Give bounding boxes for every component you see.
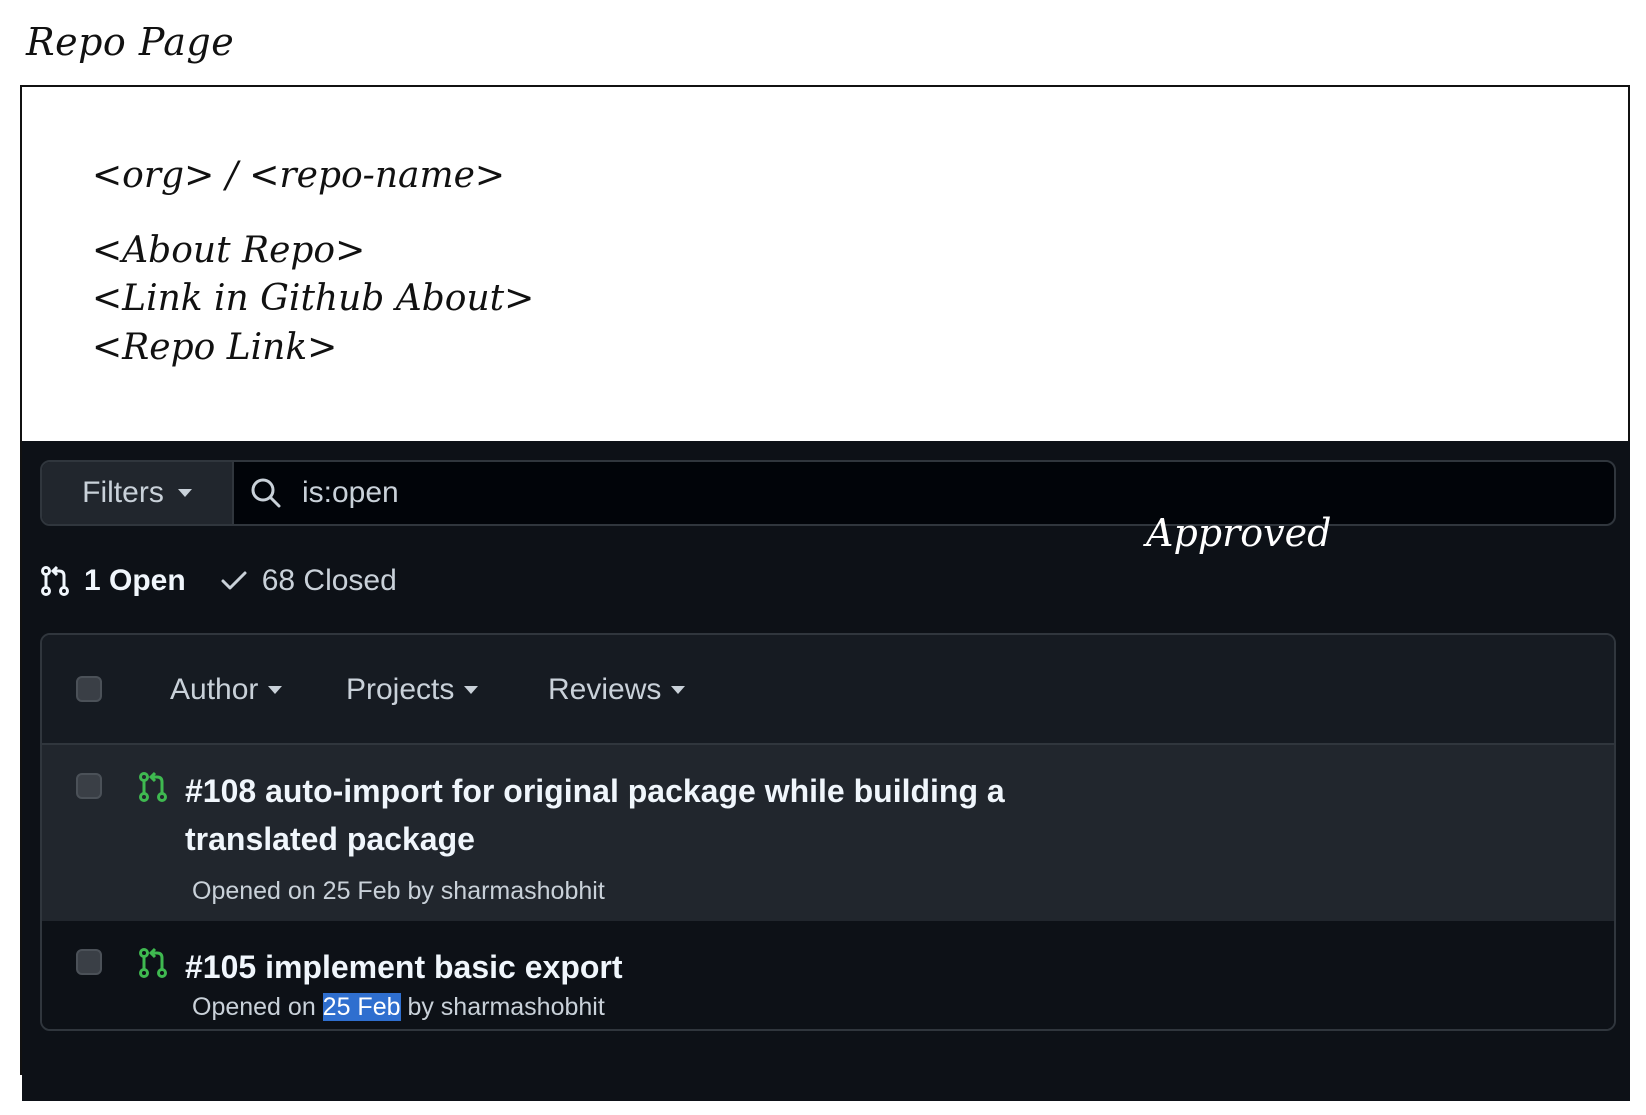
repo-link[interactable]: <Repo Link>: [92, 324, 534, 373]
repo-title[interactable]: <org> / <repo-name>: [92, 152, 534, 201]
pr-title-link[interactable]: #108 auto-import for original package wh…: [185, 767, 1045, 863]
state-tabs: 1 Open 68 Closed: [40, 546, 397, 616]
search-input[interactable]: [300, 475, 1504, 511]
reviews-filter-label: Reviews: [548, 673, 662, 706]
pull-request-icon: [41, 565, 69, 596]
caret-down-icon: [268, 686, 283, 694]
pr-meta-prefix: Opened on: [192, 993, 323, 1021]
filters-button[interactable]: Filters: [42, 462, 234, 524]
pr-title-link[interactable]: #105 implement basic export: [185, 943, 1045, 991]
open-pull-request-icon: [139, 947, 167, 978]
approved-annotation: Approved: [1146, 511, 1332, 555]
search-field: [234, 462, 1614, 524]
caret-down-icon: [671, 686, 686, 694]
select-all-checkbox[interactable]: [76, 676, 102, 702]
caret-down-icon: [177, 489, 192, 497]
author-filter-label: Author: [170, 673, 259, 706]
filters-label: Filters: [82, 476, 164, 509]
open-tab[interactable]: 1 Open: [40, 564, 186, 598]
pr-meta: Opened on 25 Feb by sharmashobhit: [192, 993, 605, 1022]
reviews-filter[interactable]: Reviews: [548, 673, 686, 707]
list-header: Author Projects Reviews: [42, 635, 1614, 745]
repo-header: <org> / <repo-name> <About Repo> <Link i…: [92, 152, 534, 372]
caret-down-icon: [464, 686, 479, 694]
row-checkbox[interactable]: [76, 773, 102, 799]
list-item[interactable]: #108 auto-import for original package wh…: [42, 745, 1614, 921]
list-item[interactable]: #105 implement basic export Opened on 25…: [42, 921, 1614, 1029]
pull-requests-panel: Filters 1 Open: [22, 441, 1630, 1101]
pr-meta-text: Opened on 25 Feb by sharmashobhit: [192, 877, 605, 905]
pr-list: Author Projects Reviews #108 auto-import…: [40, 633, 1616, 1031]
pr-meta: Opened on 25 Feb by sharmashobhit: [192, 877, 605, 906]
check-icon: [221, 571, 247, 590]
closed-tab[interactable]: 68 Closed: [220, 564, 397, 598]
about-repo: <About Repo>: [92, 229, 366, 271]
page-caption: Repo Page: [26, 20, 235, 64]
search-bar: Filters: [40, 460, 1616, 526]
open-pull-request-icon: [139, 771, 167, 802]
search-icon: [251, 478, 281, 508]
closed-count: 68 Closed: [261, 564, 397, 597]
pr-meta-suffix: by sharmashobhit: [400, 993, 605, 1021]
github-about-link[interactable]: <Link in Github About>: [92, 275, 534, 324]
projects-filter-label: Projects: [346, 673, 455, 706]
pr-meta-date-highlighted: 25 Feb: [322, 993, 401, 1021]
row-checkbox[interactable]: [76, 949, 102, 975]
open-count: 1 Open: [84, 564, 186, 597]
author-filter[interactable]: Author: [170, 673, 283, 707]
projects-filter[interactable]: Projects: [346, 673, 479, 707]
